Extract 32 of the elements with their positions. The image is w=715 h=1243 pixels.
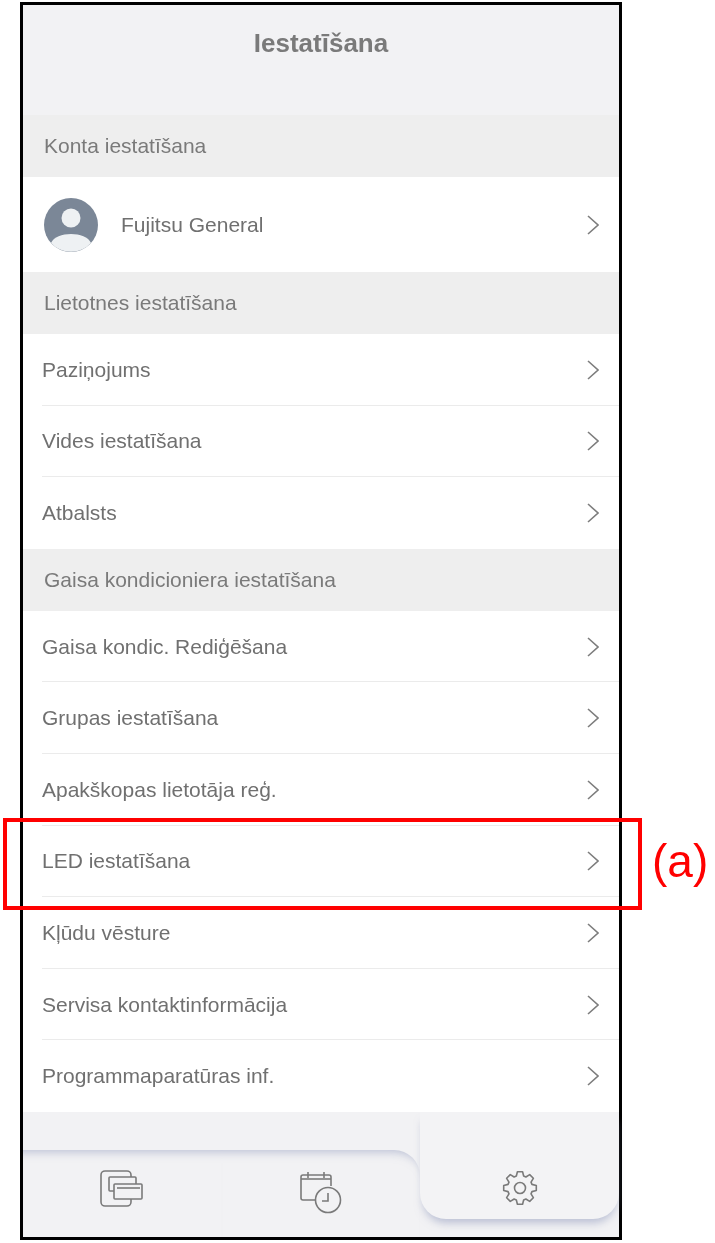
chevron-icon	[587, 431, 599, 452]
menu-row[interactable]: Gaisa kondic. Rediģēšana	[23, 610, 619, 683]
menu-row[interactable]: Apakškopas lietotāja reģ.	[23, 753, 619, 826]
chevron-icon	[587, 503, 599, 523]
chevron-icon	[587, 851, 599, 872]
tab-button[interactable]	[420, 1111, 619, 1219]
chevron-icon	[587, 708, 599, 729]
chevron-icon	[587, 779, 599, 800]
chevron-icon	[587, 994, 599, 1015]
account-row[interactable]: Fujitsu General	[23, 177, 619, 272]
avatar-icon	[44, 197, 98, 252]
menu-row[interactable]: Atbalsts	[23, 477, 619, 549]
menu-row[interactable]: Paziņojums	[23, 334, 619, 406]
section-header: Gaisa kondicioniera iestatīšana	[23, 548, 619, 611]
callout-label: (a)	[652, 838, 709, 885]
section-header: Lietotnes iestatīšana	[23, 272, 619, 334]
menu-row[interactable]: LED iestatīšana	[23, 825, 619, 898]
chevron-icon	[587, 1066, 599, 1087]
menu-row[interactable]: Kļūdu vēsture	[23, 897, 619, 969]
page-title: Iestatīšana	[253, 28, 389, 58]
chevron-icon	[587, 922, 599, 943]
chevron-icon	[587, 359, 599, 380]
section-header: Konta iestatīšana	[23, 115, 619, 177]
calendar-clock-icon	[300, 1169, 342, 1214]
chevron-icon	[587, 636, 599, 657]
settings-icon	[501, 1169, 538, 1206]
menu-row[interactable]: Servisa kontaktinformācija	[23, 968, 619, 1041]
menu-row[interactable]: Programmaparatūras inf.	[23, 1040, 619, 1112]
chevron-icon	[587, 214, 599, 235]
menu-row[interactable]: Vides iestatīšana	[23, 405, 619, 478]
stacked-panels-icon	[100, 1169, 145, 1208]
menu-row[interactable]: Grupas iestatīšana	[23, 682, 619, 754]
